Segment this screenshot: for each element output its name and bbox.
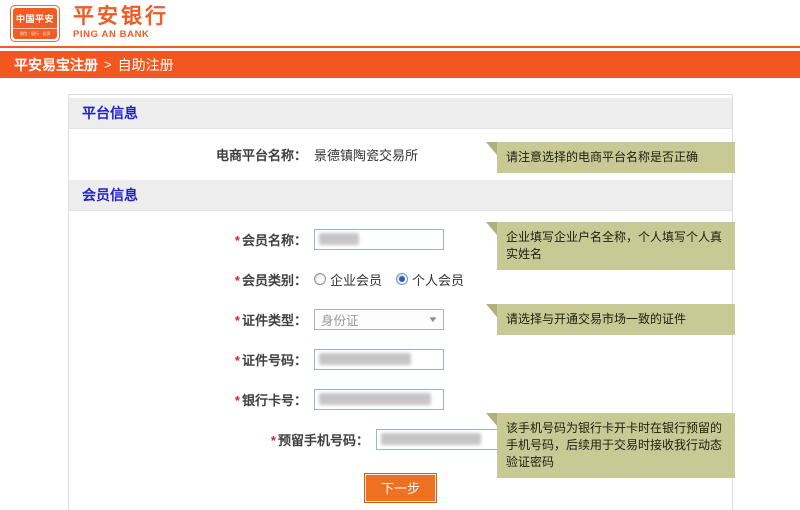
- phone-input[interactable]: [376, 429, 501, 450]
- tooltip-arrow-icon: [486, 304, 497, 317]
- required-mark: *: [235, 273, 240, 288]
- required-mark: *: [271, 433, 276, 448]
- pingan-group-logo: 中国平安 保险 · 银行 · 投资: [10, 5, 60, 42]
- tooltip-platform-name: 请注意选择的电商平台名称是否正确: [497, 142, 735, 173]
- breadcrumb: 平安易宝注册 > 自助注册: [0, 51, 800, 78]
- redacted-value: [319, 353, 411, 365]
- platform-name-value: 景德镇陶瓷交易所: [314, 145, 418, 164]
- tooltip-id-type: 请选择与开通交易市场一致的证件: [497, 304, 735, 335]
- registration-panel: 平台信息 电商平台名称： 景德镇陶瓷交易所 请注意选择的电商平台名称是否正确 会…: [68, 94, 733, 510]
- radio-icon[interactable]: [314, 273, 326, 285]
- radio-icon[interactable]: [396, 273, 408, 285]
- id-type-select[interactable]: 身份证 ▼: [314, 309, 444, 330]
- tooltip-arrow-icon: [486, 222, 497, 235]
- member-name-input[interactable]: [314, 229, 444, 250]
- tooltip-phone: 该手机号码为银行卡开卡时在银行预留的手机号码，后续用于交易时接收我行动态验证密码: [497, 413, 735, 478]
- required-mark: *: [235, 233, 240, 248]
- redacted-value: [319, 233, 359, 245]
- platform-name-row: 电商平台名称： 景德镇陶瓷交易所 请注意选择的电商平台名称是否正确: [69, 129, 732, 180]
- required-mark: *: [235, 393, 240, 408]
- radio-option-enterprise[interactable]: 企业会员: [314, 270, 382, 289]
- site-header: 中国平安 保险 · 银行 · 投资 平安银行 PING AN BANK: [0, 0, 800, 48]
- member-type-row: *会员类别： 企业会员 个人会员: [69, 259, 732, 299]
- section-header-platform-info: 平台信息: [69, 98, 732, 129]
- bank-card-input[interactable]: [314, 389, 444, 410]
- breadcrumb-separator: >: [104, 57, 112, 72]
- id-number-input[interactable]: [314, 349, 444, 370]
- redacted-value: [319, 393, 431, 405]
- next-step-button[interactable]: 下一步: [364, 473, 437, 503]
- member-name-label: *会员名称：: [69, 230, 307, 249]
- tooltip-id-type-text: 请选择与开通交易市场一致的证件: [506, 312, 686, 326]
- member-type-label: *会员类别：: [69, 270, 307, 289]
- tooltip-phone-text: 该手机号码为银行卡开卡时在银行预留的手机号码，后续用于交易时接收我行动态验证密码: [506, 421, 722, 469]
- radio-option-individual[interactable]: 个人会员: [396, 270, 464, 289]
- pingan-logo-icon: 中国平安 保险 · 银行 · 投资: [13, 8, 57, 39]
- id-type-selected-value: 身份证: [321, 310, 359, 329]
- logo-badge-subtext: 保险 · 银行 · 投资: [13, 28, 57, 39]
- id-type-label: *证件类型：: [69, 310, 307, 329]
- radio-label-enterprise: 企业会员: [330, 270, 382, 289]
- member-type-radio-group: 企业会员 个人会员: [314, 270, 464, 289]
- platform-name-label: 电商平台名称：: [69, 145, 307, 164]
- tooltip-arrow-icon: [486, 142, 497, 155]
- member-name-row: *会员名称： 企业填写企业户名全称，个人填写个人真实姓名: [69, 219, 732, 259]
- breadcrumb-primary[interactable]: 平安易宝注册: [14, 55, 98, 75]
- member-form: *会员名称： 企业填写企业户名全称，个人填写个人真实姓名 *会员类别： 企业会员…: [69, 211, 732, 503]
- tooltip-member-name-text: 企业填写企业户名全称，个人填写个人真实姓名: [506, 230, 722, 261]
- bank-name: 平安银行 PING AN BANK: [73, 6, 169, 40]
- bank-card-label: *银行卡号：: [69, 390, 307, 409]
- tooltip-platform-text: 请注意选择的电商平台名称是否正确: [506, 150, 698, 164]
- id-type-row: *证件类型： 身份证 ▼ 请选择与开通交易市场一致的证件: [69, 299, 732, 339]
- required-mark: *: [235, 313, 240, 328]
- required-mark: *: [235, 353, 240, 368]
- id-number-row: *证件号码：: [69, 339, 732, 379]
- section-header-member-info: 会员信息: [69, 180, 732, 211]
- bank-name-cn: 平安银行: [73, 6, 169, 28]
- phone-row: *预留手机号码： 该手机号码为银行卡开卡时在银行预留的手机号码，后续用于交易时接…: [69, 419, 732, 459]
- redacted-value: [381, 433, 481, 445]
- bank-name-en: PING AN BANK: [73, 29, 169, 40]
- section-title-member: 会员信息: [82, 185, 138, 205]
- logo-badge-text: 中国平安: [13, 8, 57, 28]
- section-title-platform: 平台信息: [82, 103, 138, 123]
- chevron-down-icon: ▼: [427, 315, 438, 324]
- breadcrumb-current: 自助注册: [118, 55, 174, 75]
- radio-label-individual: 个人会员: [412, 270, 464, 289]
- phone-label: *预留手机号码：: [69, 430, 369, 449]
- id-number-label: *证件号码：: [69, 350, 307, 369]
